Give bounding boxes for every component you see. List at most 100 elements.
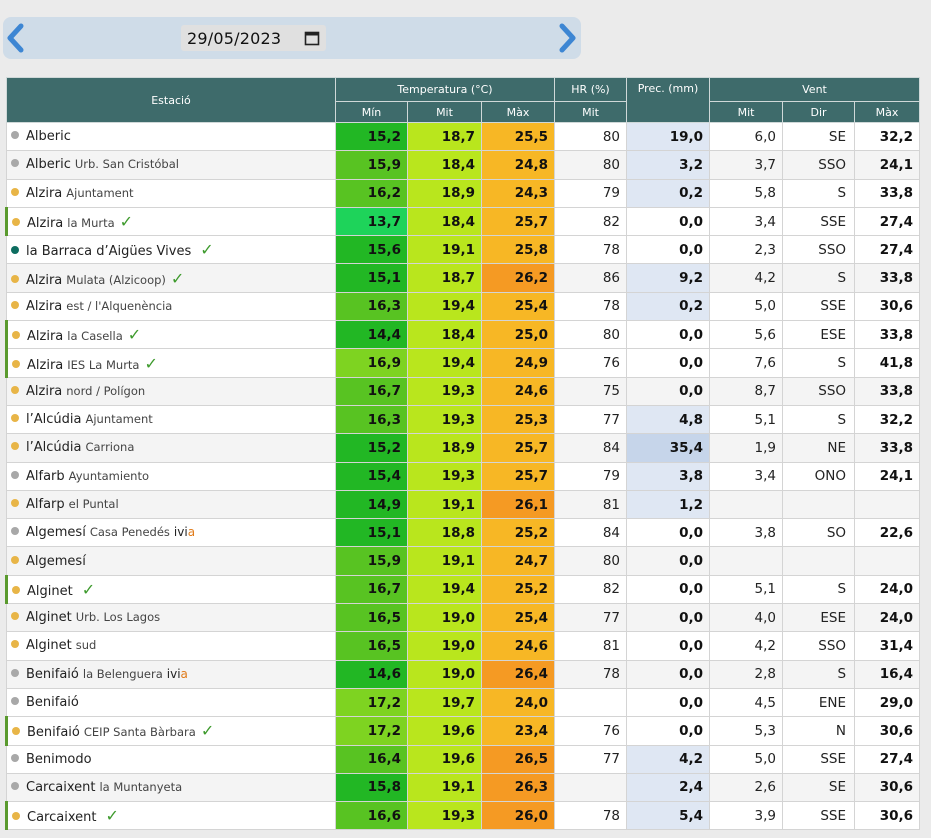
wind-dir-cell xyxy=(782,489,856,520)
station-cell[interactable]: Alfarp el Puntal xyxy=(6,489,336,520)
station-cell[interactable]: Alfarb Ayuntamiento xyxy=(6,461,336,491)
header-station[interactable]: Estació xyxy=(6,77,336,123)
station-cell[interactable]: Alzira est / l'Alquenència xyxy=(6,291,336,322)
station-cell[interactable]: Algemesí xyxy=(6,546,336,576)
temp-mit-cell: 19,3 xyxy=(407,461,482,491)
table-row[interactable]: Alginet Urb. Los Lagos 16,5 19,0 25,4 77 0,0 4,… xyxy=(6,603,921,633)
previous-day-arrow-icon[interactable] xyxy=(5,23,27,53)
wind-dir-cell: SSE xyxy=(782,801,856,831)
header-temperature[interactable]: Temperatura (°C) xyxy=(334,77,556,102)
station-cell[interactable]: Alginet Urb. Los Lagos xyxy=(6,603,336,633)
header-temp-max[interactable]: Màx xyxy=(480,101,556,123)
station-cell[interactable]: Alzira IES La Murta ✓ xyxy=(5,348,336,378)
station-cell[interactable]: l’Alcúdia Ajuntament xyxy=(6,404,336,435)
header-precip[interactable]: Prec. (mm) xyxy=(626,77,711,123)
table-row[interactable]: Alzira la Murta ✓ 13,7 18,4 25,7 82 0,0 3,4 SSE 27… xyxy=(5,206,921,237)
station-subname: Ayuntamiento xyxy=(68,468,149,483)
wind-max-cell: 24,0 xyxy=(854,574,921,605)
station-cell[interactable]: Alzira la Murta ✓ xyxy=(5,206,336,237)
station-cell[interactable]: l’Alcúdia Carriona xyxy=(6,433,336,463)
temp-mit-cell: 18,7 xyxy=(407,263,482,293)
table-row[interactable]: Alzira nord / Polígon 16,7 19,3 24,6 75 0,0 8,7… xyxy=(6,376,921,406)
next-day-arrow-icon[interactable] xyxy=(556,23,578,53)
station-cell[interactable]: Alzira Mulata (Alzicoop) ✓ xyxy=(6,263,336,293)
table-row[interactable]: Alzira est / l'Alquenència 16,3 19,4 25,4 78 0… xyxy=(6,291,921,322)
temp-mit-cell: 19,1 xyxy=(407,235,482,265)
station-cell[interactable]: Benifaió CEIP Santa Bàrbara ✓ xyxy=(5,716,336,746)
station-cell[interactable]: Algemesí Casa Penedés ivia xyxy=(6,518,336,548)
check-icon: ✓ xyxy=(170,268,185,288)
station-name: Alfarb xyxy=(26,468,65,484)
wind-max-cell: 32,2 xyxy=(854,404,921,435)
table-row[interactable]: l’Alcúdia Carriona 15,2 18,9 25,7 84 35,4 1,9 NE… xyxy=(6,433,921,463)
station-cell[interactable]: Carcaixent ✓ xyxy=(5,801,336,831)
station-subname: Ajuntament xyxy=(66,185,134,200)
station-subname: la Muntanyeta xyxy=(99,779,183,794)
table-row[interactable]: la Barraca d’Aigües Vives ✓ 15,6 19,1 25,8 78… xyxy=(6,235,921,265)
humidity-cell: 78 xyxy=(554,235,628,265)
header-wind-mit[interactable]: Mit xyxy=(709,101,784,123)
humidity-cell: 80 xyxy=(554,121,628,152)
ivia-logo-icon: ivia xyxy=(173,525,196,540)
table-row[interactable]: Benifaió 17,2 19,7 24,0 0,0 4,5 ENE 29,0 xyxy=(6,687,921,718)
temp-mit-cell: 19,4 xyxy=(407,291,482,322)
header-hr-mit[interactable]: Mit xyxy=(554,101,628,123)
station-cell[interactable]: Alberic xyxy=(6,121,336,152)
check-icon: ✓ xyxy=(200,721,215,741)
precip-cell: 0,0 xyxy=(626,574,711,605)
status-dot-icon xyxy=(12,331,20,340)
header-wind-dir[interactable]: Dir xyxy=(782,101,856,123)
header-humidity[interactable]: HR (%) xyxy=(554,77,628,102)
wind-mit-cell: 2,3 xyxy=(709,235,784,265)
precip-cell: 0,0 xyxy=(626,687,711,718)
precip-cell: 0,0 xyxy=(626,546,711,576)
table-row[interactable]: Algemesí 15,9 19,1 24,7 80 0,0 xyxy=(6,546,921,576)
station-cell[interactable]: Benimodo xyxy=(6,744,336,774)
header-wind-max[interactable]: Màx xyxy=(854,101,921,123)
table-row[interactable]: Algemesí Casa Penedés ivia 15,1 18,8 25,2 84 0,… xyxy=(6,518,921,548)
table-row[interactable]: l’Alcúdia Ajuntament 16,3 19,3 25,3 77 4,8 5,1 S… xyxy=(6,404,921,435)
temp-mit-cell: 19,3 xyxy=(407,801,482,831)
station-cell[interactable]: Alginet sud xyxy=(6,631,336,661)
station-cell[interactable]: Alzira la Casella ✓ xyxy=(5,320,336,350)
table-row[interactable]: Benimodo 16,4 19,6 26,5 77 4,2 5,0 SSE 27,4 xyxy=(6,744,921,774)
temp-mit-cell: 18,8 xyxy=(407,518,482,548)
date-input[interactable]: 29/05/2023 xyxy=(181,25,326,51)
station-cell[interactable]: Benifaió la Belenguera ivia xyxy=(6,659,336,689)
wind-max-cell xyxy=(854,546,921,576)
table-row[interactable]: Alzira la Casella ✓ 14,4 18,4 25,0 80 0,0 5,6 ESE… xyxy=(5,320,921,350)
station-cell[interactable]: Alberic Urb. San Cristóbal xyxy=(6,150,336,180)
table-row[interactable]: Benifaió CEIP Santa Bàrbara ✓ 17,2 19,6 23,4 7… xyxy=(5,716,921,746)
station-subname: nord / Polígon xyxy=(66,383,146,398)
table-row[interactable]: Carcaixent la Muntanyeta 15,8 19,1 26,3 2,4 2,… xyxy=(6,772,921,803)
table-row[interactable]: Alginet sud 16,5 19,0 24,6 81 0,0 4,2 SSO 31,4 xyxy=(6,631,921,661)
station-cell[interactable]: Alzira nord / Polígon xyxy=(6,376,336,406)
header-temp-mit[interactable]: Mit xyxy=(407,101,482,123)
table-row[interactable]: Alzira IES La Murta ✓ 16,9 19,4 24,9 76 0,0 7,6 S… xyxy=(5,348,921,378)
status-dot-icon xyxy=(12,585,20,594)
wind-dir-cell: SSO xyxy=(782,376,856,406)
header-temp-min[interactable]: Mín xyxy=(335,101,408,123)
station-cell[interactable]: Benifaió xyxy=(6,687,336,718)
table-row[interactable]: Alberic 15,2 18,7 25,5 80 19,0 6,0 SE 32,2 xyxy=(6,121,921,152)
station-cell[interactable]: Alzira Ajuntament xyxy=(6,178,336,208)
calendar-icon[interactable] xyxy=(304,30,320,46)
table-row[interactable]: Alzira Mulata (Alzicoop) ✓ 15,1 18,7 26,2 86 9,… xyxy=(6,263,921,293)
station-name: Carcaixent xyxy=(26,779,96,795)
table-row[interactable]: Benifaió la Belenguera ivia 14,6 19,0 26,4 78 0… xyxy=(6,659,921,689)
table-row[interactable]: Alzira Ajuntament 16,2 18,9 24,3 79 0,2 5,8 S 33,… xyxy=(6,178,921,208)
table-row[interactable]: Alberic Urb. San Cristóbal 15,9 18,4 24,8 80 3… xyxy=(6,150,921,180)
table-row[interactable]: Alginet ✓ 16,7 19,4 25,2 82 0,0 5,1 S 24,0 xyxy=(5,574,921,605)
wind-max-cell: 41,8 xyxy=(854,348,921,378)
table-row[interactable]: Alfarb Ayuntamiento 15,4 19,3 25,7 79 3,8 3,4 ON… xyxy=(6,461,921,491)
station-cell[interactable]: la Barraca d’Aigües Vives ✓ xyxy=(6,235,336,265)
station-cell[interactable]: Alginet ✓ xyxy=(5,574,336,605)
wind-mit-cell: 3,4 xyxy=(709,461,784,491)
station-cell[interactable]: Carcaixent la Muntanyeta xyxy=(6,772,336,803)
table-row[interactable]: Alfarp el Puntal 14,9 19,1 26,1 81 1,2 xyxy=(6,489,921,520)
station-name: Alginet xyxy=(26,610,72,626)
table-row[interactable]: Carcaixent ✓ 16,6 19,3 26,0 78 5,4 3,9 SSE 30,6 xyxy=(5,801,921,831)
header-wind[interactable]: Vent xyxy=(709,77,921,102)
precip-cell: 4,8 xyxy=(626,404,711,435)
temp-mit-cell: 18,4 xyxy=(407,206,482,237)
